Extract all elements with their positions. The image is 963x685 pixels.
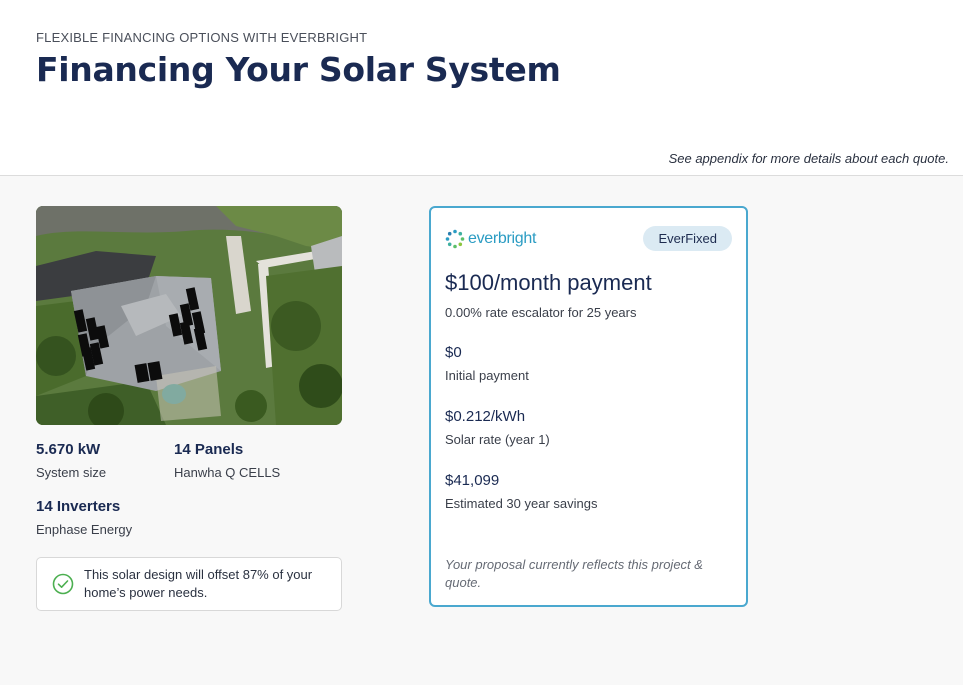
savings-label: Estimated 30 year savings <box>445 496 598 511</box>
plan-badge: EverFixed <box>643 226 732 251</box>
appendix-note: See appendix for more details about each… <box>668 151 949 166</box>
quote-card[interactable]: everbright EverFixed $100/month payment … <box>429 206 748 607</box>
initial-payment-label: Initial payment <box>445 368 529 383</box>
spec-label: System size <box>36 465 107 480</box>
everbright-logo-icon <box>445 229 465 249</box>
spec-system-size: 5.670 kW System size <box>36 441 106 480</box>
spec-inverters: 14 Inverters Enphase Energy <box>36 498 132 537</box>
check-circle-icon <box>52 573 74 595</box>
spec-panels: 14 Panels Hanwha Q CELLS <box>174 441 280 480</box>
solar-rate-value: $0.212/kWh <box>445 408 526 425</box>
initial-payment-value: $0 <box>445 344 462 361</box>
savings-value: $41,099 <box>445 472 500 489</box>
aerial-illustration <box>36 206 342 425</box>
page-title: Financing Your Solar System <box>36 50 561 89</box>
proposal-note: Your proposal currently reflects this pr… <box>445 557 703 590</box>
spec-value: 14 Inverters <box>36 498 121 515</box>
page-header: FLEXIBLE FINANCING OPTIONS WITH EVERBRIG… <box>0 0 963 176</box>
initial-payment-row: $0 Initial payment <box>445 344 529 383</box>
spec-value: 14 Panels <box>174 441 244 458</box>
aerial-roof-image <box>36 206 342 425</box>
payment-value: $100/month payment <box>445 270 652 295</box>
offset-callout: This solar design will offset 87% of you… <box>36 557 342 611</box>
brand-logo: everbright <box>445 228 536 250</box>
spec-label: Enphase Energy <box>36 522 133 537</box>
solar-rate-label: Solar rate (year 1) <box>445 432 550 447</box>
savings-row: $41,099 Estimated 30 year savings <box>445 472 597 511</box>
brand-name: everbright <box>468 230 537 247</box>
spec-label: Hanwha Q CELLS <box>174 465 281 480</box>
payment-row: $100/month payment 0.00% rate escalator … <box>445 270 652 320</box>
solar-rate-row: $0.212/kWh Solar rate (year 1) <box>445 408 550 447</box>
page-eyebrow: FLEXIBLE FINANCING OPTIONS WITH EVERBRIG… <box>36 30 368 45</box>
spec-value: 5.670 kW <box>36 441 101 458</box>
offset-text: This solar design will offset 87% of you… <box>84 567 313 600</box>
escalator-label: 0.00% rate escalator for 25 years <box>445 305 637 320</box>
